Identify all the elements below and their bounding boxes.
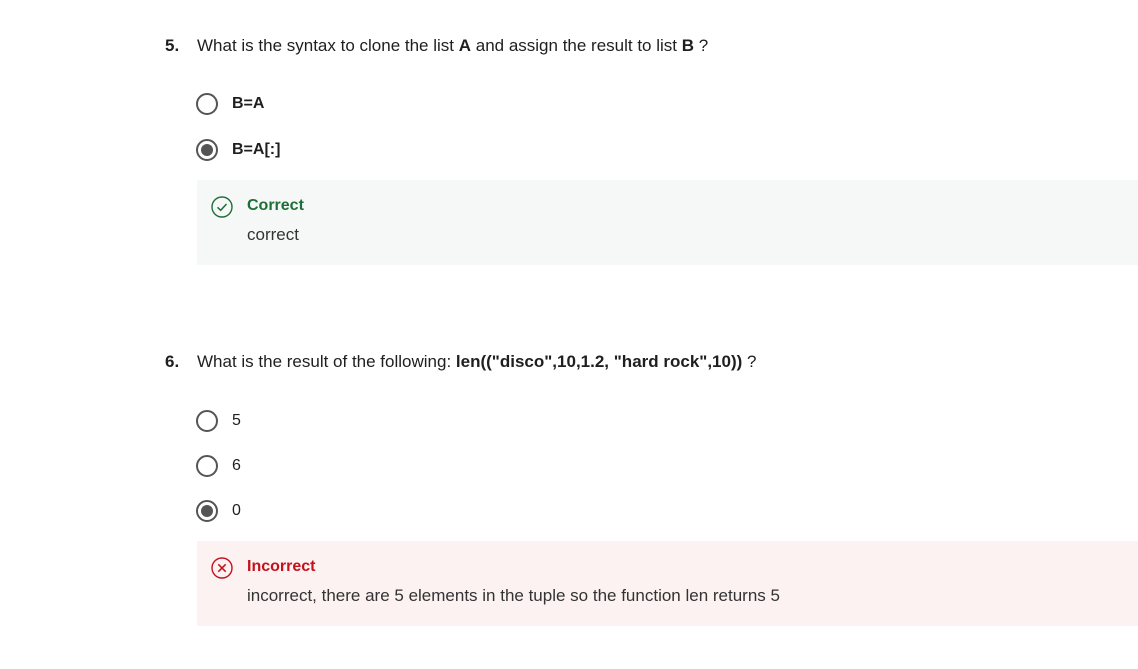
answer-option[interactable]: 0 xyxy=(196,498,241,524)
feedback-status: Correct xyxy=(247,197,304,214)
radio-button[interactable] xyxy=(196,455,218,477)
option-label: B=A[:] xyxy=(232,141,281,158)
question-5-prompt: 5. What is the syntax to clone the list A… xyxy=(165,36,708,56)
feedback-correct: Correct correct xyxy=(197,180,1138,265)
answer-option[interactable]: 5 xyxy=(196,408,241,434)
radio-button-selected[interactable] xyxy=(196,500,218,522)
answer-option[interactable]: B=A[:] xyxy=(196,137,280,163)
question-6-prompt: 6. What is the result of the following: l… xyxy=(165,352,756,372)
answer-option[interactable]: 6 xyxy=(196,453,241,479)
radio-button-selected[interactable] xyxy=(196,139,218,161)
feedback-incorrect: Incorrect incorrect, there are 5 element… xyxy=(197,541,1138,626)
radio-button[interactable] xyxy=(196,93,218,115)
option-label: 0 xyxy=(232,502,241,519)
feedback-message: correct xyxy=(247,225,299,244)
check-circle-icon xyxy=(211,196,233,218)
feedback-message: incorrect, there are 5 elements in the t… xyxy=(247,586,780,605)
option-label: B=A xyxy=(232,95,265,112)
x-circle-icon xyxy=(211,557,233,579)
radio-button[interactable] xyxy=(196,410,218,432)
option-label: 5 xyxy=(232,412,241,429)
question-text: What is the syntax to clone the list A a… xyxy=(197,36,709,55)
feedback-status: Incorrect xyxy=(247,558,316,575)
answer-option[interactable]: B=A xyxy=(196,91,264,117)
option-label: 6 xyxy=(232,457,241,474)
question-number: 5. xyxy=(165,36,180,55)
question-text: What is the result of the following: len… xyxy=(197,352,757,371)
question-number: 6. xyxy=(165,352,180,371)
